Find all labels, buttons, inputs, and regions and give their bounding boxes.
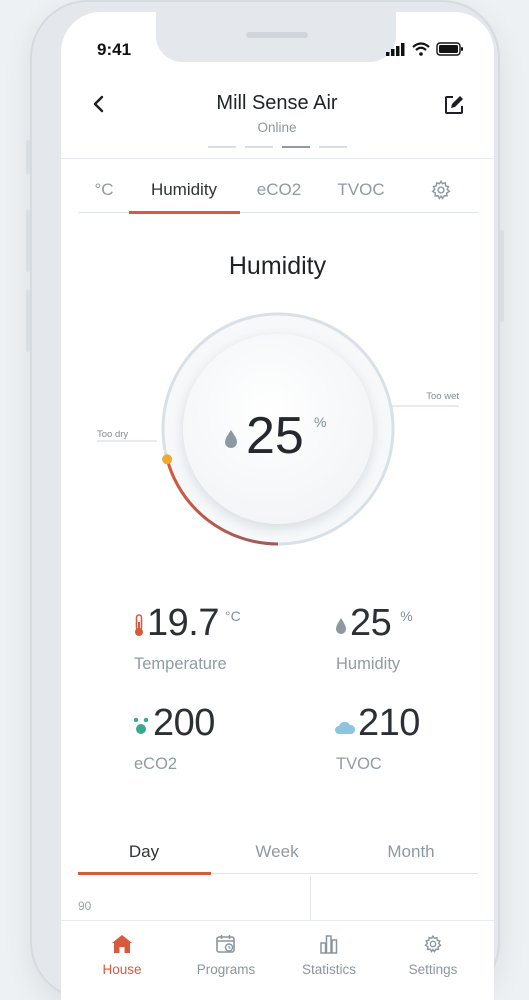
humidity-value: 25 xyxy=(350,602,392,644)
chart-gridline xyxy=(310,876,311,922)
too-dry-label: Too dry xyxy=(97,429,128,440)
tab-tvoc[interactable]: TVOC xyxy=(323,180,399,200)
header-divider xyxy=(61,158,494,159)
nav-settings[interactable]: Settings xyxy=(383,934,483,977)
wifi-icon xyxy=(412,42,430,56)
too-wet-label: Too wet xyxy=(426,391,459,402)
edit-button[interactable] xyxy=(443,94,465,121)
co2-molecule-icon xyxy=(133,717,149,734)
period-tab-month[interactable]: Month xyxy=(351,842,471,862)
nav-house[interactable]: House xyxy=(72,934,172,977)
eco2-value: 200 xyxy=(153,702,215,744)
humidity-gauge: Too dry Too wet 25 % xyxy=(97,312,459,546)
reading-eco2: 200 xyxy=(133,702,215,745)
chevron-left-icon xyxy=(93,95,104,113)
status-icons xyxy=(386,42,464,56)
thermometer-icon xyxy=(135,614,143,636)
house-icon xyxy=(112,935,132,953)
page-indicator-dot xyxy=(245,146,273,148)
speaker-grille xyxy=(246,32,308,38)
period-tab-day[interactable]: Day xyxy=(84,842,204,862)
gauge-unit: % xyxy=(314,414,326,430)
humidity-unit: % xyxy=(400,608,413,624)
page-indicator-dot xyxy=(319,146,347,148)
temperature-label: Temperature xyxy=(134,655,227,673)
tab-humidity[interactable]: Humidity xyxy=(131,180,237,200)
gear-icon xyxy=(431,179,451,200)
humidity-label: Humidity xyxy=(336,655,401,673)
nav-programs[interactable]: Programs xyxy=(176,934,276,977)
page-indicator-dot xyxy=(208,146,236,148)
chart-y-tick: 90 xyxy=(78,899,92,913)
tab-eco2[interactable]: eCO2 xyxy=(241,180,317,200)
active-period-indicator xyxy=(78,872,211,875)
volume-down-button xyxy=(26,290,30,352)
section-title: Humidity xyxy=(228,252,327,280)
app-screen: 9:41 Mill Sense Air Online °C Humidity e… xyxy=(61,12,494,1000)
device-status: Online xyxy=(257,120,297,135)
reading-temperature: 19.7 °C xyxy=(133,602,241,645)
bar-chart-icon xyxy=(320,935,338,954)
eco2-label: eCO2 xyxy=(134,755,178,773)
calendar-icon xyxy=(216,935,235,953)
nav-programs-label: Programs xyxy=(196,962,256,977)
tab-settings[interactable] xyxy=(430,179,452,206)
gauge-knob[interactable] xyxy=(162,454,173,465)
gear-icon xyxy=(424,934,442,953)
volume-up-button xyxy=(26,210,30,272)
tvoc-value: 210 xyxy=(358,702,420,744)
nav-house-label: House xyxy=(102,962,142,977)
cellular-signal-icon xyxy=(386,42,405,56)
nav-statistics[interactable]: Statistics xyxy=(279,934,379,977)
power-button xyxy=(500,230,504,322)
cloud-icon xyxy=(335,721,356,734)
droplet-icon xyxy=(336,618,346,634)
edit-icon xyxy=(445,96,463,114)
tvoc-label: TVOC xyxy=(336,755,382,773)
battery-icon xyxy=(436,42,463,56)
active-tab-indicator xyxy=(129,211,240,214)
status-time: 9:41 xyxy=(97,40,132,59)
nav-settings-label: Settings xyxy=(408,962,458,977)
notch xyxy=(156,12,396,62)
back-button[interactable] xyxy=(89,94,109,119)
gauge-value: 25 xyxy=(246,407,304,465)
reading-tvoc: 210 xyxy=(334,702,420,745)
mute-switch xyxy=(26,140,30,174)
tab-temperature[interactable]: °C xyxy=(81,180,127,200)
period-tab-week[interactable]: Week xyxy=(217,842,337,862)
reading-humidity: 25 % xyxy=(334,602,413,645)
page-title: Mill Sense Air xyxy=(216,92,338,114)
temperature-value: 19.7 xyxy=(147,602,219,644)
page-indicator-dot-active xyxy=(282,146,310,148)
nav-statistics-label: Statistics xyxy=(301,962,356,977)
temperature-unit: °C xyxy=(224,608,241,624)
